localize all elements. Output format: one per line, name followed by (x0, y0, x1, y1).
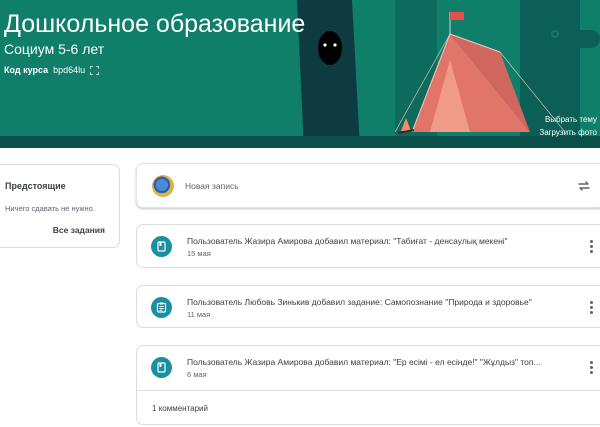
stream-item[interactable]: Пользователь Жазира Амирова добавил мате… (136, 224, 600, 268)
material-icon (151, 236, 172, 257)
stream-item[interactable]: Пользователь Любовь Зинькив добавил зада… (136, 285, 600, 328)
upcoming-panel: Предстоящие Ничего сдавать не нужно. Все… (0, 164, 120, 248)
course-code-value[interactable]: bpd64lu (53, 65, 85, 75)
course-code: Код курса bpd64lu (4, 64, 100, 76)
upcoming-title: Предстоящие (5, 181, 66, 191)
fullscreen-icon[interactable] (89, 64, 100, 76)
assignment-icon (151, 297, 172, 318)
more-options-icon[interactable] (588, 361, 594, 375)
stream-item-text[interactable]: Пользователь Жазира Амирова добавил мате… (187, 236, 508, 246)
material-icon (151, 357, 172, 378)
comments-link[interactable]: 1 комментарий (152, 404, 208, 413)
course-subtitle: Социум 5-6 лет (4, 41, 105, 57)
select-theme-link[interactable]: Выбрать тему (545, 115, 597, 124)
upload-photo-link[interactable]: Загрузить фото (539, 128, 597, 137)
divider (137, 390, 600, 391)
course-code-label: Код курса (4, 65, 49, 75)
upcoming-empty-text: Ничего сдавать не нужно. (5, 204, 95, 213)
stream-item[interactable]: Пользователь Жазира Амирова добавил мате… (136, 345, 600, 425)
avatar (152, 175, 174, 197)
course-banner: Дошкольное образование Социум 5-6 лет Ко… (0, 0, 600, 148)
stream-item-date: 15 мая (187, 249, 211, 258)
new-post-placeholder[interactable]: Новая запись (185, 181, 239, 191)
new-post-composer[interactable]: Новая запись (136, 163, 600, 208)
stream-item-text[interactable]: Пользователь Жазира Амирова добавил мате… (187, 357, 541, 367)
more-options-icon[interactable] (588, 240, 594, 254)
more-options-icon[interactable] (588, 301, 594, 315)
all-assignments-link[interactable]: Все задания (53, 225, 105, 235)
repost-icon[interactable] (577, 179, 591, 193)
stream-item-text[interactable]: Пользователь Любовь Зинькив добавил зада… (187, 297, 532, 307)
stream-item-date: 11 мая (187, 310, 211, 319)
course-title: Дошкольное образование (4, 10, 306, 38)
stream-item-date: 6 мая (187, 370, 207, 379)
